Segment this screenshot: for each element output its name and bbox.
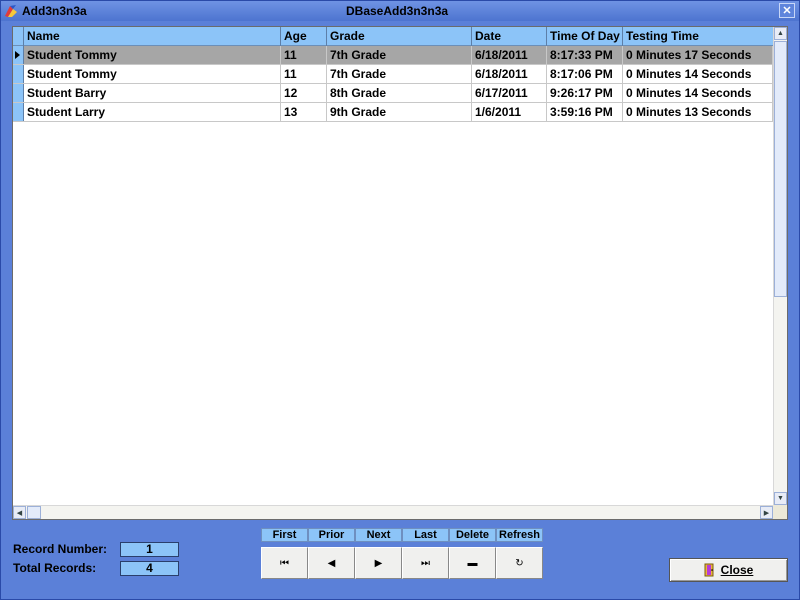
nav-label-first: First xyxy=(261,528,308,542)
scroll-down-icon[interactable]: ▼ xyxy=(774,492,787,505)
close-button-label: Close xyxy=(720,563,754,577)
column-header-grade[interactable]: Grade xyxy=(327,27,472,46)
cell-date[interactable]: 6/18/2011 xyxy=(472,65,547,83)
grid-header: Name Age Grade Date Time Of Day Testing … xyxy=(13,27,773,46)
cell-time-of-day[interactable]: 8:17:06 PM xyxy=(547,65,623,83)
scroll-left-icon[interactable]: ◀ xyxy=(13,506,26,519)
row-indicator[interactable] xyxy=(13,46,24,64)
cell-grade[interactable]: 9th Grade xyxy=(327,103,472,121)
app-title: Add3n3n3a xyxy=(22,4,87,18)
record-navigator[interactable]: ⏮ ◀ ▶ ⏭ ▬ ↻ xyxy=(261,547,543,579)
vertical-scrollbar[interactable]: ▲ ▼ xyxy=(773,27,787,505)
refresh-button[interactable]: ↻ xyxy=(496,547,543,579)
cell-testing-time[interactable]: 0 Minutes 17 Seconds xyxy=(623,46,773,64)
cell-testing-time[interactable]: 0 Minutes 14 Seconds xyxy=(623,65,773,83)
column-header-testing-time[interactable]: Testing Time xyxy=(623,27,773,46)
prior-icon: ◀ xyxy=(327,557,336,569)
column-header-name[interactable]: Name xyxy=(24,27,281,46)
scroll-up-icon[interactable]: ▲ xyxy=(774,27,787,40)
next-icon: ▶ xyxy=(374,557,383,569)
cell-date[interactable]: 6/18/2011 xyxy=(472,46,547,64)
row-indicator[interactable] xyxy=(13,84,24,102)
cell-name[interactable]: Student Barry xyxy=(24,84,281,102)
cell-testing-time[interactable]: 0 Minutes 13 Seconds xyxy=(623,103,773,121)
last-record-button[interactable]: ⏭ xyxy=(402,547,449,579)
cell-date[interactable]: 6/17/2011 xyxy=(472,84,547,102)
last-icon: ⏭ xyxy=(421,557,430,569)
row-indicator[interactable] xyxy=(13,103,24,121)
delete-icon: ▬ xyxy=(467,557,478,569)
scroll-right-icon[interactable]: ▶ xyxy=(760,506,773,519)
cell-age[interactable]: 11 xyxy=(281,46,327,64)
cell-age[interactable]: 12 xyxy=(281,84,327,102)
scrollbar-corner xyxy=(773,505,787,519)
cell-name[interactable]: Student Larry xyxy=(24,103,281,121)
column-header-time-of-day[interactable]: Time Of Day xyxy=(547,27,623,46)
refresh-icon: ↻ xyxy=(515,557,524,569)
table-row[interactable]: Student Tommy 11 7th Grade 6/18/2011 8:1… xyxy=(13,65,773,84)
cell-age[interactable]: 11 xyxy=(281,65,327,83)
next-record-button[interactable]: ▶ xyxy=(355,547,402,579)
column-header-date[interactable]: Date xyxy=(472,27,547,46)
window-close-icon[interactable]: ✕ xyxy=(779,3,795,18)
cell-date[interactable]: 1/6/2011 xyxy=(472,103,547,121)
cell-name[interactable]: Student Tommy xyxy=(24,65,281,83)
cell-time-of-day[interactable]: 3:59:16 PM xyxy=(547,103,623,121)
title-bar[interactable]: Add3n3n3a DBaseAdd3n3n3a ✕ xyxy=(1,1,799,21)
table-row[interactable]: Student Tommy 11 7th Grade 6/18/2011 8:1… xyxy=(13,46,773,65)
prior-record-button[interactable]: ◀ xyxy=(308,547,355,579)
cell-testing-time[interactable]: 0 Minutes 14 Seconds xyxy=(623,84,773,102)
nav-label-last: Last xyxy=(402,528,449,542)
nav-label-next: Next xyxy=(355,528,402,542)
navigator-labels: First Prior Next Last Delete Refresh xyxy=(261,528,543,542)
cell-grade[interactable]: 7th Grade xyxy=(327,65,472,83)
record-number-value: 1 xyxy=(120,542,179,557)
delete-record-button[interactable]: ▬ xyxy=(449,547,496,579)
nav-label-delete: Delete xyxy=(449,528,496,542)
cell-age[interactable]: 13 xyxy=(281,103,327,121)
column-header-age[interactable]: Age xyxy=(281,27,327,46)
table-row[interactable]: Student Barry 12 8th Grade 6/17/2011 9:2… xyxy=(13,84,773,103)
horizontal-scroll-thumb[interactable] xyxy=(27,506,41,519)
cell-time-of-day[interactable]: 8:17:33 PM xyxy=(547,46,623,64)
first-record-button[interactable]: ⏮ xyxy=(261,547,308,579)
cell-name[interactable]: Student Tommy xyxy=(24,46,281,64)
records-grid[interactable]: Name Age Grade Date Time Of Day Testing … xyxy=(12,26,788,520)
header-indicator xyxy=(13,27,24,46)
cell-grade[interactable]: 8th Grade xyxy=(327,84,472,102)
row-pointer-icon xyxy=(15,51,20,59)
vertical-scroll-thumb[interactable] xyxy=(774,41,787,297)
first-icon: ⏮ xyxy=(280,557,289,569)
nav-label-prior: Prior xyxy=(308,528,355,542)
app-icon xyxy=(4,4,18,18)
window-title: DBaseAdd3n3n3a xyxy=(346,4,449,18)
horizontal-scrollbar[interactable]: ◀ ▶ xyxy=(13,505,773,519)
main-window: Add3n3n3a DBaseAdd3n3n3a ✕ Name Age Grad… xyxy=(0,0,800,600)
cell-time-of-day[interactable]: 9:26:17 PM xyxy=(547,84,623,102)
door-icon xyxy=(704,563,716,577)
row-indicator[interactable] xyxy=(13,65,24,83)
table-row[interactable]: Student Larry 13 9th Grade 1/6/2011 3:59… xyxy=(13,103,773,122)
total-records-label: Total Records: xyxy=(13,561,97,575)
total-records-value: 4 xyxy=(120,561,179,576)
cell-grade[interactable]: 7th Grade xyxy=(327,46,472,64)
nav-label-refresh: Refresh xyxy=(496,528,543,542)
close-button[interactable]: Close xyxy=(669,558,788,582)
record-number-label: Record Number: xyxy=(13,542,108,556)
